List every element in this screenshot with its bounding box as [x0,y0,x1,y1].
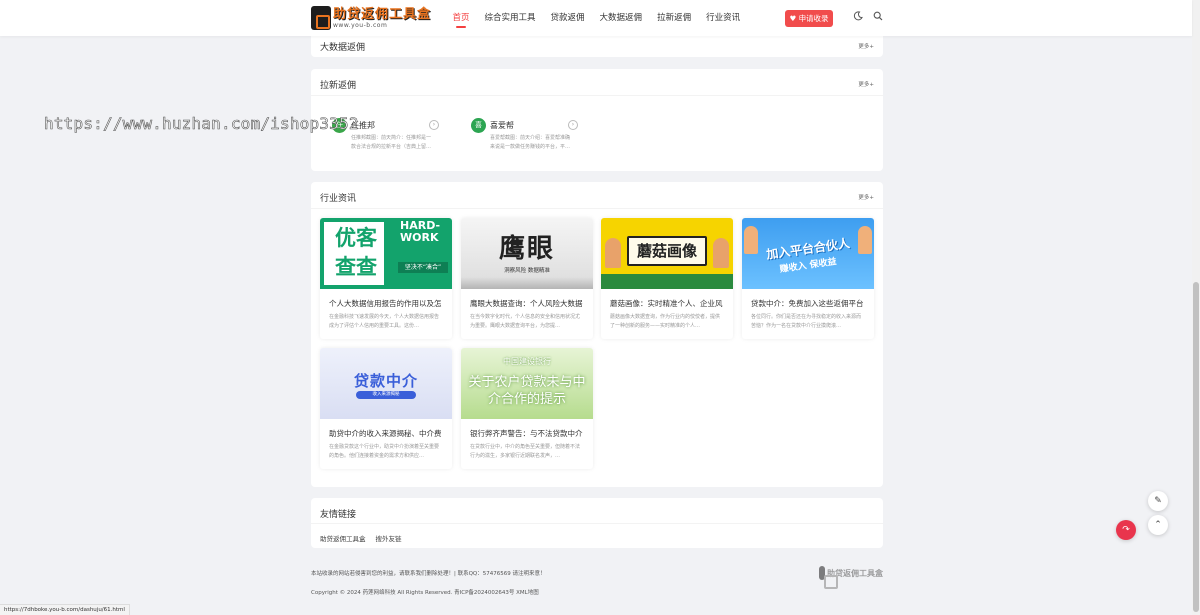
arrow-right-icon[interactable]: › [568,120,578,130]
news-desc: 在金融科技飞速发展的今天，个人大数据信用报告成为了评估个人信用的重要工具。这份… [329,314,440,329]
news-thumbnail: 加入平台合伙人 赚收入 保收益 [742,218,874,289]
friend-link[interactable]: 助贷返佣工具盒 [320,533,366,543]
news-thumbnail: 优客查查 HARD-WORK 坚决不“凑合” [320,218,452,289]
section-title: 大数据返佣 [320,43,366,53]
logo-mark-icon [819,566,838,589]
section-title: 行业资讯 [320,194,357,204]
news-title: 鹰眼大数据查询：个人风险大数据 [470,299,583,308]
status-bar-url: https://7dhboke.you-b.com/dashuju/61.htm… [0,604,130,615]
footer-copyright: Copyright © 2024 药莲网络科技 All Rights Reser… [311,590,539,596]
news-title: 贷款中介：免费加入这些返佣平台 [751,299,864,308]
nav-item-industry-news[interactable]: 行业资讯 [699,0,748,36]
moon-icon[interactable] [851,11,865,25]
back-to-top-button[interactable]: ⌃ [1148,515,1168,535]
more-link[interactable]: 更多+ [858,80,874,88]
site-header: 助贷返佣工具盒 www.you-b.com 首页 综合实用工具 贷款返佣 大数据… [0,0,1192,36]
xiaibang-logo-icon: 喜 [471,118,486,133]
more-link[interactable]: 更多+ [858,42,874,50]
news-desc: 各位同行。你们是否还在为寻找稳定的收入来源而苦恼？作为一名在贷款中介行业摸爬滚… [751,314,862,329]
nav-item-laxin-rebate[interactable]: 拉新返佣 [650,0,699,36]
news-thumbnail: 中国建设银行 关于农户贷款未与中介合作的提示 [461,348,593,419]
arrow-right-icon[interactable]: › [429,120,439,130]
apply-listing-label: 申请收录 [798,14,829,23]
nav-item-home[interactable]: 首页 [445,0,477,36]
news-title: 银行弊齐声警告：与不法贷款中介 [470,429,583,438]
news-card[interactable]: 鹰眼 洞察风险 数据精准 鹰眼大数据查询：个人风险大数据 在当今数字化时代，个人… [461,218,593,339]
news-thumbnail: 贷款中介 收入来源揭秘 [320,348,452,419]
news-card[interactable]: 蘑菇画像 蘑菇画像：实时精准个人、企业风 蘑菇画像大数据查询，作为行业内的佼佼者… [601,218,733,339]
news-desc: 蘑菇画像大数据查询，作为行业内的佼佼者，提供了一种创新的服务——实时精准的个人… [610,314,721,329]
search-icon[interactable] [871,11,885,25]
nav-item-bigdata-rebate[interactable]: 大数据返佣 [592,0,650,36]
more-link[interactable]: 更多+ [858,193,874,201]
section-title: 友情链接 [320,510,357,520]
logo-subtitle: www.you-b.com [333,21,388,29]
site-logo[interactable]: 助贷返佣工具盒 www.you-b.com [311,5,443,31]
friend-links-section: 友情链接 助贷返佣工具盒 搜外友链 [311,498,883,548]
section-title: 拉新返佣 [320,81,357,91]
watermark: https://www.huzhan.com/ishop3352 [44,114,359,134]
page-scrollbar[interactable] [1192,0,1200,615]
news-title: 助贷中介的收入来源揭秘、中介费 [329,429,442,438]
friend-link[interactable]: 搜外友链 [376,533,402,543]
chevron-up-icon: ⌃ [1154,520,1162,530]
share-icon: ↷ [1122,525,1130,535]
heart-icon: ♥ [789,14,797,23]
friend-links-list: 助贷返佣工具盒 搜外友链 [320,533,412,543]
news-title: 个人大数据信用报告的作用以及怎 [329,299,442,308]
nav-item-tools[interactable]: 综合实用工具 [477,0,543,36]
logo-mark-icon [311,6,331,30]
pencil-icon: ✎ [1154,496,1162,506]
footer-notice: 本站收录的网站若侵害到您的利益，请联系我们删除处理！| 联系QQ：5747656… [311,571,546,577]
footer-logo[interactable]: 助贷返佣工具盒 [819,566,883,589]
item-desc: 喜爱帮截图：前天介绍：喜爱帮准确来说是一款做任务赚钱的平台，平… [490,135,571,150]
item-name: 喜爱帮 [490,121,514,130]
list-item[interactable]: 喜 喜爱帮 › 喜爱帮截图：前天介绍：喜爱帮准确来说是一款做任务赚钱的平台，平… [471,118,581,158]
news-card[interactable]: 贷款中介 收入来源揭秘 助贷中介的收入来源揭秘、中介费 在金融贷款这个行业中，助… [320,348,452,469]
news-title: 蘑菇画像：实时精准个人、企业风 [610,299,723,308]
news-thumbnail: 鹰眼 洞察风险 数据精准 [461,218,593,289]
item-desc: 任推邦截图：前天简介：任推邦是一款合法合规的拉新平台（吉典上留… [351,135,432,150]
nav-item-loan-rebate[interactable]: 贷款返佣 [543,0,592,36]
share-button[interactable]: ↷ [1116,520,1136,540]
logo-title: 助贷返佣工具盒 [333,6,432,22]
apply-listing-button[interactable]: ♥ 申请收录 [785,10,833,27]
news-card[interactable]: 加入平台合伙人 赚收入 保收益 贷款中介：免费加入这些返佣平台 各位同行。你们是… [742,218,874,339]
news-card[interactable]: 优客查查 HARD-WORK 坚决不“凑合” 个人大数据信用报告的作用以及怎 在… [320,218,452,339]
industry-news-section: 行业资讯 更多+ 优客查查 HARD-WORK 坚决不“凑合” 个人大数据信用报… [311,182,883,487]
laxin-section: 拉新返佣 更多+ 任 任推邦 › 任推邦截图：前天简介：任推邦是一款合法合规的拉… [311,69,883,171]
edit-button[interactable]: ✎ [1148,491,1168,511]
news-desc: 在当今数字化时代，个人信息的安全和信用状况尤为重要。鹰眼大数据查询平台，为您提… [470,314,581,329]
scrollbar-thumb[interactable] [1193,282,1199,612]
main-nav: 首页 综合实用工具 贷款返佣 大数据返佣 拉新返佣 行业资讯 [445,0,748,36]
news-desc: 在金融贷款这个行业中，助贷中介扮演着至关重要的角色。他们连接着资金的需求方和供应… [329,444,440,459]
news-thumbnail: 蘑菇画像 [601,218,733,289]
news-desc: 在贷款行业中，中介的角色至关重要，但随着不法行为的滋生，多家银行近期联名发声，… [470,444,581,459]
news-card[interactable]: 中国建设银行 关于农户贷款未与中介合作的提示 银行弊齐声警告：与不法贷款中介 在… [461,348,593,469]
